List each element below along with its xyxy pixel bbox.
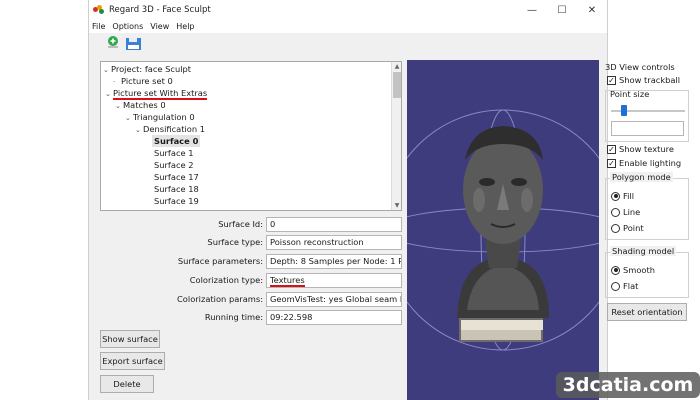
menu-bar: File Options View Help (89, 20, 607, 33)
enable-lighting-checkbox[interactable]: ✓ Enable lighting (607, 158, 681, 168)
point-size-label: Point size (610, 89, 650, 99)
surface-type-field[interactable]: Poisson reconstruction (266, 235, 402, 250)
radio-unselected-icon (611, 281, 620, 291)
export-surface-button[interactable]: Export surface (100, 352, 165, 370)
tree-item-surface-1[interactable]: Surface 1 (154, 147, 194, 159)
tree-item-densification-1[interactable]: ⌄ Densification 1 (135, 123, 205, 135)
shading-model-title: Shading model (610, 246, 677, 256)
add-icon[interactable] (105, 35, 121, 51)
surface-id-field[interactable]: 0 (266, 217, 402, 232)
reset-orientation-button[interactable]: Reset orientation (607, 303, 687, 321)
menu-help[interactable]: Help (176, 22, 194, 31)
menu-options[interactable]: Options (112, 22, 143, 31)
tree-item-matches-0[interactable]: ⌄ Matches 0 (115, 99, 166, 111)
surface-parameters-field[interactable]: Depth: 8 Samples per Node: 1 Point (266, 254, 402, 269)
checkbox-checked-icon: ✓ (607, 158, 616, 168)
colorization-params-field[interactable]: GeomVisTest: yes Global seam level: (266, 292, 402, 307)
tree-scrollbar-thumb[interactable] (393, 72, 401, 98)
menu-view[interactable]: View (150, 22, 169, 31)
colorization-type-value: Textures (270, 275, 305, 287)
tree-item-surface-17[interactable]: Surface 17 (154, 171, 199, 183)
point-size-slider-thumb[interactable] (621, 105, 628, 116)
app-window: Regard 3D - Face Sculpt — ☐ ✕ File Optio… (88, 0, 689, 400)
checkbox-checked-icon: ✓ (607, 75, 616, 85)
show-surface-button[interactable]: Show surface (100, 330, 160, 348)
colorization-params-label: Colorization params: (177, 294, 263, 304)
shading-flat-radio[interactable]: Flat (611, 281, 638, 291)
view-controls-title: 3D View controls (605, 62, 675, 72)
polygon-mode-point-radio[interactable]: Point (611, 223, 644, 233)
toolbar (89, 33, 607, 53)
face-sculpt-model[interactable] (457, 126, 549, 342)
minimize-button[interactable]: — (517, 0, 547, 20)
polygon-mode-title: Polygon mode (610, 172, 673, 182)
tree-item-picture-set-with-extras[interactable]: ⌄ Picture set With Extras (105, 87, 208, 100)
shading-smooth-radio[interactable]: Smooth (611, 265, 655, 275)
title-bar: Regard 3D - Face Sculpt — ☐ ✕ (89, 0, 607, 20)
radio-selected-icon (611, 191, 620, 201)
running-time-field[interactable]: 09:22.598 (266, 310, 402, 325)
tree-item-picture-set-0[interactable]: · Picture set 0 (113, 75, 173, 87)
surface-type-label: Surface type: (207, 237, 263, 247)
radio-selected-icon (611, 265, 620, 275)
3d-viewport[interactable] (407, 60, 599, 400)
tree-item-triangulation-0[interactable]: ⌄ Triangulation 0 (125, 111, 195, 123)
tree-scrollbar[interactable]: ▲ ▼ (391, 62, 401, 210)
polygon-mode-fill-radio[interactable]: Fill (611, 191, 634, 201)
window-title: Regard 3D - Face Sculpt (109, 5, 211, 15)
app-logo-icon (93, 5, 105, 15)
tree-item-surface-19[interactable]: Surface 19 (154, 195, 199, 207)
scroll-up-icon[interactable]: ▲ (392, 62, 401, 71)
surface-id-label: Surface Id: (218, 219, 263, 229)
tree-item-surface-2[interactable]: Surface 2 (154, 159, 194, 171)
tree-item-surface-18[interactable]: Surface 18 (154, 183, 199, 195)
tree-item-surface-0[interactable]: Surface 0 (152, 135, 201, 147)
project-tree[interactable]: ⌄ Project: face Sculpt · Picture set 0 ⌄ Pi… (100, 61, 402, 211)
close-button[interactable]: ✕ (577, 0, 607, 20)
scroll-down-icon[interactable]: ▼ (392, 201, 401, 210)
delete-button[interactable]: Delete (100, 375, 154, 393)
maximize-button[interactable]: ☐ (547, 0, 577, 20)
radio-unselected-icon (611, 223, 620, 233)
running-time-label: Running time: (204, 312, 263, 322)
tree-item-project[interactable]: ⌄ Project: face Sculpt (103, 63, 191, 75)
colorization-type-label: Colorization type: (189, 275, 263, 285)
surface-parameters-label: Surface parameters: (177, 256, 263, 266)
polygon-mode-line-radio[interactable]: Line (611, 207, 640, 217)
save-icon[interactable] (125, 35, 141, 51)
radio-unselected-icon (611, 207, 620, 217)
show-trackball-checkbox[interactable]: ✓ Show trackball (607, 75, 680, 85)
menu-file[interactable]: File (92, 22, 105, 31)
watermark: 3dcatia.com (556, 372, 700, 398)
shading-model-group (605, 252, 689, 298)
show-texture-checkbox[interactable]: ✓ Show texture (607, 144, 674, 154)
point-size-field[interactable] (611, 121, 684, 136)
checkbox-checked-icon: ✓ (607, 144, 616, 154)
colorization-type-field[interactable]: Textures (266, 273, 402, 288)
